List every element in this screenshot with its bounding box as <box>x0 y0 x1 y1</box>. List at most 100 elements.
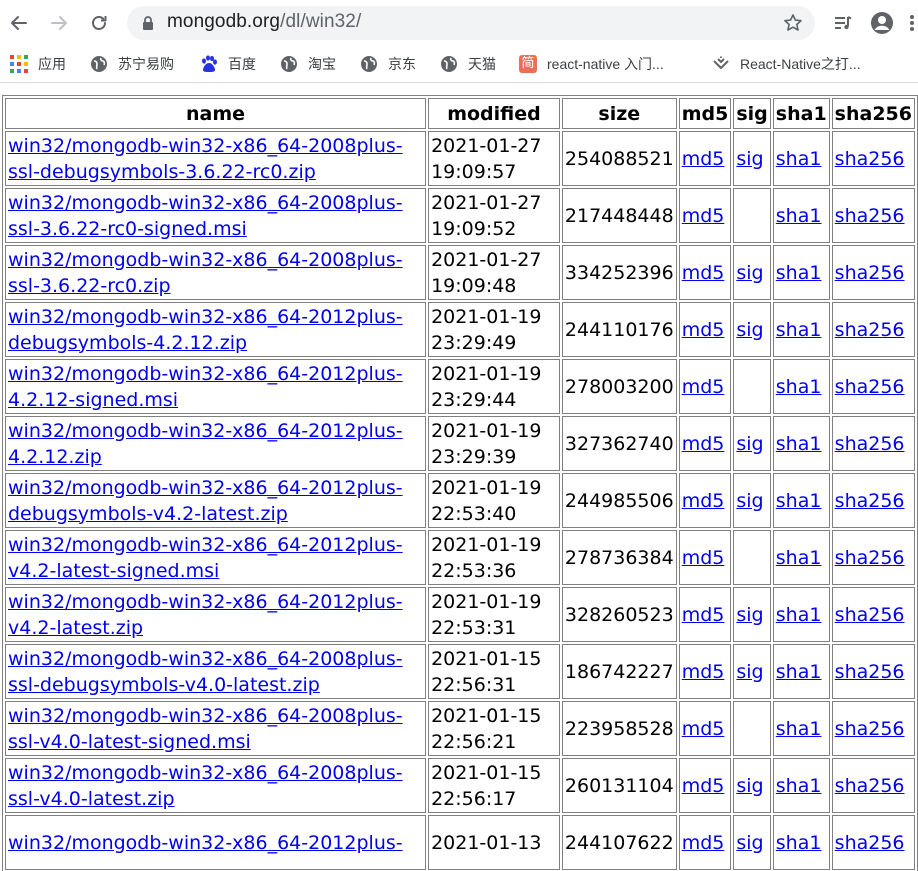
sha256-link[interactable]: sha256 <box>835 205 905 227</box>
sha1-link[interactable]: sha1 <box>776 148 822 170</box>
file-download-link[interactable]: win32/mongodb-win32-x86_64-2008plus-ssl-… <box>8 762 403 810</box>
md5-link[interactable]: md5 <box>682 433 725 455</box>
modified-cell: 2021-01-19 22:53:40 <box>428 473 560 528</box>
md5-link[interactable]: md5 <box>682 490 725 512</box>
sha1-link[interactable]: sha1 <box>776 775 822 797</box>
md5-cell: md5 <box>678 530 732 585</box>
md5-link[interactable]: md5 <box>682 376 725 398</box>
file-name-line1: win32/mongodb-win32-x86_64-2012plus- <box>8 476 403 499</box>
sig-link[interactable]: sig <box>736 775 763 797</box>
modified-date: 2021-01-19 <box>431 305 542 328</box>
md5-link[interactable]: md5 <box>682 718 725 740</box>
modified-date: 2021-01-19 <box>431 362 542 385</box>
sha1-link[interactable]: sha1 <box>776 205 822 227</box>
file-download-link[interactable]: win32/mongodb-win32-x86_64-2012plus-debu… <box>8 477 403 525</box>
file-download-link[interactable]: win32/mongodb-win32-x86_64-2008plus-ssl-… <box>8 135 403 183</box>
sig-link[interactable]: sig <box>736 832 763 854</box>
table-row: win32/mongodb-win32-x86_64-2008plus-ssl-… <box>5 188 915 243</box>
sha1-link[interactable]: sha1 <box>776 433 822 455</box>
bookmark-suning[interactable]: 苏宁易购 <box>90 54 174 74</box>
sig-link[interactable]: sig <box>736 433 763 455</box>
back-button[interactable] <box>4 8 34 38</box>
sig-link[interactable]: sig <box>736 490 763 512</box>
bookmark-react-native-build[interactable]: React-Native之打... <box>712 54 861 74</box>
reading-list-button[interactable] <box>828 8 858 38</box>
sha1-link[interactable]: sha1 <box>776 661 822 683</box>
sha1-link[interactable]: sha1 <box>776 832 822 854</box>
bookmark-star-icon[interactable] <box>783 13 803 33</box>
sha256-link[interactable]: sha256 <box>835 775 905 797</box>
md5-link[interactable]: md5 <box>682 775 725 797</box>
modified-time: 23:29:44 <box>431 388 517 411</box>
md5-link[interactable]: md5 <box>682 148 725 170</box>
sha256-link[interactable]: sha256 <box>835 376 905 398</box>
sig-link[interactable]: sig <box>736 319 763 341</box>
file-name-cell: win32/mongodb-win32-x86_64-2012plus- <box>5 815 427 870</box>
sig-link[interactable]: sig <box>736 262 763 284</box>
bookmark-jd[interactable]: 京东 <box>360 54 416 74</box>
menu-button[interactable] <box>906 8 918 38</box>
sha256-link[interactable]: sha256 <box>835 661 905 683</box>
sig-link[interactable]: sig <box>736 661 763 683</box>
sha256-cell: sha256 <box>831 587 915 642</box>
profile-button[interactable] <box>867 8 897 38</box>
md5-cell: md5 <box>678 815 732 870</box>
file-download-link[interactable]: win32/mongodb-win32-x86_64-2012plus- <box>8 832 403 854</box>
file-download-link[interactable]: win32/mongodb-win32-x86_64-2008plus-ssl-… <box>8 705 403 753</box>
sha256-cell: sha256 <box>831 758 915 813</box>
sig-link[interactable]: sig <box>736 148 763 170</box>
reload-icon <box>92 16 107 30</box>
file-download-link[interactable]: win32/mongodb-win32-x86_64-2008plus-ssl-… <box>8 192 403 240</box>
size-cell: 217448448 <box>561 188 677 243</box>
bookmark-tmall[interactable]: 天猫 <box>440 54 496 74</box>
bookmark-taobao[interactable]: 淘宝 <box>280 54 336 74</box>
file-download-link[interactable]: win32/mongodb-win32-x86_64-2012plus- 4.2.… <box>8 363 403 411</box>
md5-link[interactable]: md5 <box>682 262 725 284</box>
sha1-link[interactable]: sha1 <box>776 604 822 626</box>
file-download-link[interactable]: win32/mongodb-win32-x86_64-2012plus-v4.2… <box>8 591 403 639</box>
file-download-link[interactable]: win32/mongodb-win32-x86_64-2012plus- 4.2.… <box>8 420 403 468</box>
sha256-link[interactable]: sha256 <box>835 319 905 341</box>
sha256-link[interactable]: sha256 <box>835 547 905 569</box>
md5-link[interactable]: md5 <box>682 319 725 341</box>
file-download-link[interactable]: win32/mongodb-win32-x86_64-2008plus-ssl-… <box>8 249 403 297</box>
modified-cell: 2021-01-19 23:29:44 <box>428 359 560 414</box>
address-bar[interactable]: mongodb.org/dl/win32/ <box>127 6 815 40</box>
bookmark-baidu[interactable]: 百度 <box>200 54 256 74</box>
sig-link[interactable]: sig <box>736 604 763 626</box>
sha256-link[interactable]: sha256 <box>835 718 905 740</box>
sha256-link[interactable]: sha256 <box>835 433 905 455</box>
bookmark-react-native-intro[interactable]: 简 react-native 入门... <box>519 54 664 74</box>
file-download-link[interactable]: win32/mongodb-win32-x86_64-2012plus-debu… <box>8 306 403 354</box>
modified-date: 2021-01-27 <box>431 134 542 157</box>
sha1-link[interactable]: sha1 <box>776 547 822 569</box>
md5-link[interactable]: md5 <box>682 604 725 626</box>
sha1-link[interactable]: sha1 <box>776 376 822 398</box>
bookmark-apps[interactable]: 应用 <box>10 54 66 74</box>
sha256-link[interactable]: sha256 <box>835 604 905 626</box>
globe-icon <box>280 55 298 73</box>
sha256-cell: sha256 <box>831 245 915 300</box>
file-name-cell: win32/mongodb-win32-x86_64-2012plus- 4.2.… <box>5 359 427 414</box>
file-download-link[interactable]: win32/mongodb-win32-x86_64-2008plus-ssl-… <box>8 648 403 696</box>
md5-link[interactable]: md5 <box>682 832 725 854</box>
table-row: win32/mongodb-win32-x86_64-2008plus-ssl-… <box>5 644 915 699</box>
sha1-link[interactable]: sha1 <box>776 319 822 341</box>
forward-button[interactable] <box>44 8 74 38</box>
md5-link[interactable]: md5 <box>682 661 725 683</box>
md5-link[interactable]: md5 <box>682 547 725 569</box>
md5-link[interactable]: md5 <box>682 205 725 227</box>
reload-button[interactable] <box>84 8 114 38</box>
file-name-cell: win32/mongodb-win32-x86_64-2008plus-ssl-… <box>5 758 427 813</box>
sha1-link[interactable]: sha1 <box>776 262 822 284</box>
modified-time: 23:29:39 <box>431 445 517 468</box>
sha256-cell: sha256 <box>831 815 915 870</box>
sha256-link[interactable]: sha256 <box>835 832 905 854</box>
sha1-link[interactable]: sha1 <box>776 718 822 740</box>
sha256-link[interactable]: sha256 <box>835 262 905 284</box>
sha1-link[interactable]: sha1 <box>776 490 822 512</box>
sha256-link[interactable]: sha256 <box>835 148 905 170</box>
sha256-link[interactable]: sha256 <box>835 490 905 512</box>
md5-cell: md5 <box>678 587 732 642</box>
file-download-link[interactable]: win32/mongodb-win32-x86_64-2012plus-v4.2… <box>8 534 403 582</box>
